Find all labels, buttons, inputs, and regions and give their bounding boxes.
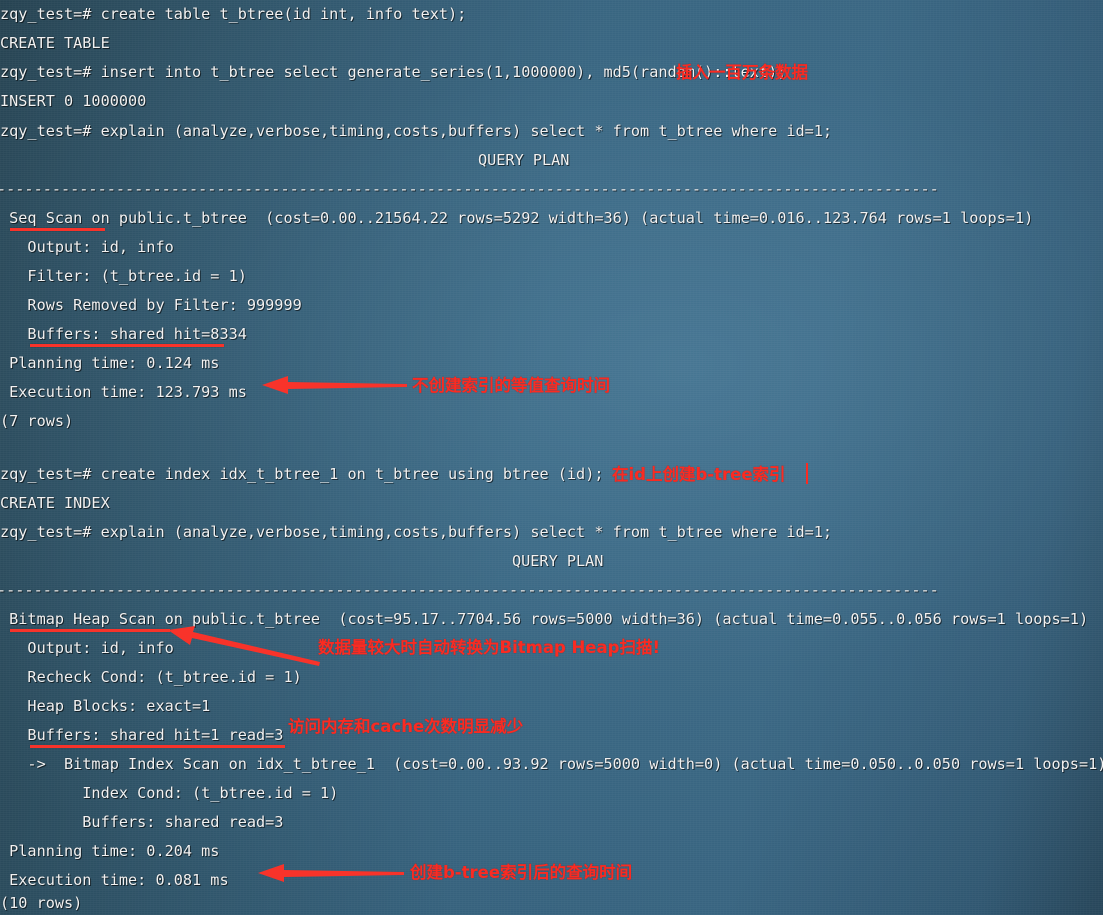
terminal-line: zqy_test=# insert into t_btree select ge… [0,63,787,81]
terminal-line: Rows Removed by Filter: 999999 [0,296,302,314]
underline-buffers-shared-hit [30,344,224,347]
terminal-screen: zqy_test=# create table t_btree(id int, … [0,0,1103,915]
terminal-line: (10 rows) [0,894,83,912]
terminal-line: CREATE TABLE [0,34,110,52]
text-cursor [806,463,808,484]
terminal-line: Recheck Cond: (t_btree.id = 1) [0,668,302,686]
annotation-bitmap-heap-auto: 数据量较大时自动转换为Bitmap Heap扫描! [318,638,660,657]
annotation-create-btree-index: 在id上创建b-tree索引 [612,465,786,484]
terminal-line: Planning time: 0.124 ms [0,354,220,372]
terminal-line: Execution time: 123.793 ms [0,383,247,401]
table-separator: ----------------------------------------… [0,581,939,599]
arrow-to-bitmap-heap-scan [168,626,320,666]
terminal-line: -> Bitmap Index Scan on idx_t_btree_1 (c… [0,755,1103,773]
terminal-line: Buffers: shared read=3 [0,813,284,831]
terminal-line: Buffers: shared hit=8334 [0,325,247,343]
annotation-insert-million: 插入一百万条数据 [676,63,808,82]
terminal-line: INSERT 0 1000000 [0,92,147,110]
query-plan-header: QUERY PLAN [512,552,604,570]
terminal-line: Bitmap Heap Scan on public.t_btree (cost… [0,610,1089,628]
terminal-line: Execution time: 0.081 ms [0,871,229,889]
annotation-no-index-query-time: 不创建索引的等值查询时间 [412,376,610,395]
terminal-line: Filter: (t_btree.id = 1) [0,267,247,285]
terminal-line: Heap Blocks: exact=1 [0,697,211,715]
query-plan-header: QUERY PLAN [478,151,570,169]
terminal-line: CREATE INDEX [0,494,110,512]
terminal-line: Buffers: shared hit=1 read=3 [0,726,284,744]
underline-buffers-hit-read [30,745,285,748]
terminal-line: zqy_test=# explain (analyze,verbose,timi… [0,523,833,541]
terminal-line: zqy_test=# create index idx_t_btree_1 on… [0,465,604,483]
terminal-line: Index Cond: (t_btree.id = 1) [0,784,339,802]
terminal-line: Output: id, info [0,238,174,256]
terminal-line: (7 rows) [0,412,74,430]
arrow-to-execution-time-indexed [258,864,404,882]
table-separator: ----------------------------------------… [0,180,939,198]
terminal-line: Output: id, info [0,639,174,657]
terminal-line: zqy_test=# explain (analyze,verbose,timi… [0,122,833,140]
underline-bitmap-heap-scan [10,629,170,632]
annotation-buffer-access-reduced: 访问内存和cache次数明显减少 [288,717,524,736]
terminal-line: Seq Scan on public.t_btree (cost=0.00..2… [0,209,1034,227]
annotation-btree-query-time: 创建b-tree索引后的查询时间 [410,863,633,882]
terminal-line: Planning time: 0.204 ms [0,842,220,860]
arrow-to-execution-time-noindex [262,376,407,394]
terminal-line: zqy_test=# create table t_btree(id int, … [0,5,467,23]
underline-seq-scan [10,228,105,231]
